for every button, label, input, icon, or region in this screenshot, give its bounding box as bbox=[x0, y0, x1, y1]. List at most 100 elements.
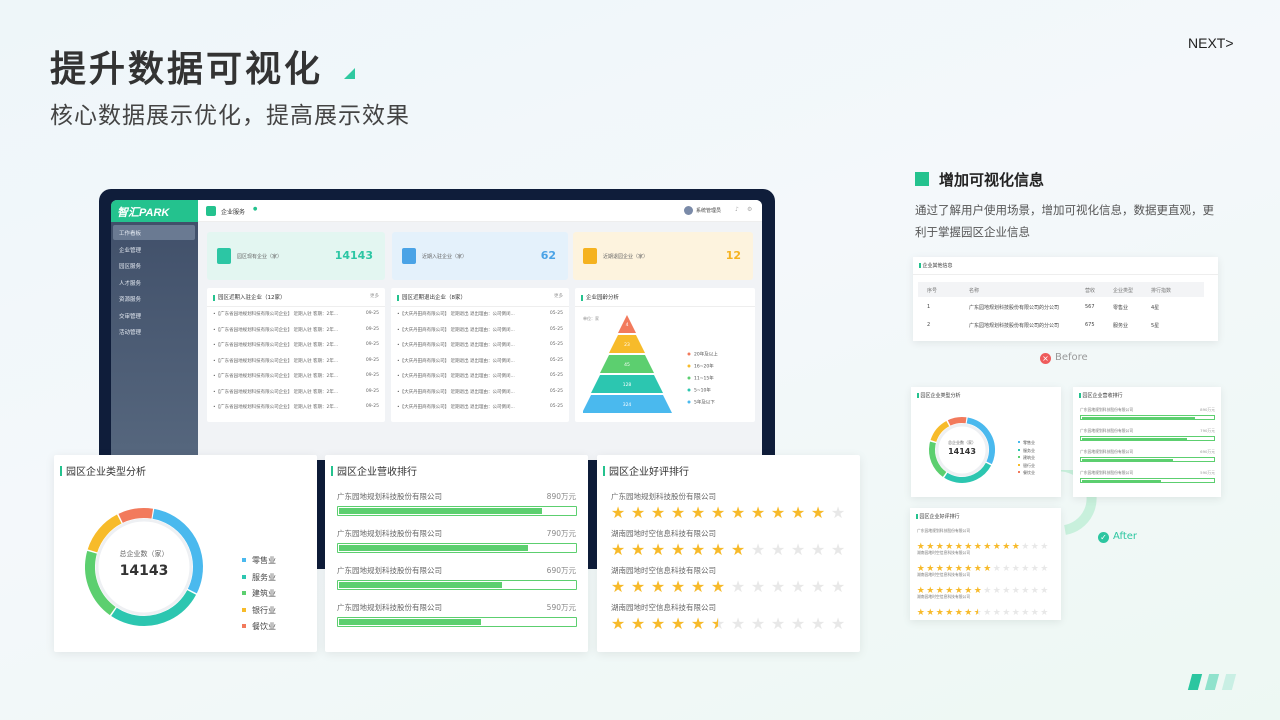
star-empty-icon: ★ bbox=[1030, 586, 1039, 596]
gear-icon[interactable]: ⚙ bbox=[747, 206, 752, 213]
sidebar-item[interactable]: 园区服务 bbox=[113, 258, 195, 273]
list-item-text: •【广东省园地规划科技有限公司企业】 近期入驻 客期：2年... bbox=[213, 343, 339, 348]
mini-revenue-company: 广东园地规划科技股份有限公司 bbox=[1080, 470, 1134, 475]
type-legend: 零售业 服务业 建筑业 银行业 餐饮业 bbox=[242, 555, 276, 638]
more-link[interactable]: 更多 bbox=[554, 293, 563, 299]
star-empty-icon: ★ bbox=[750, 614, 766, 633]
legend-swatch bbox=[242, 624, 246, 628]
star-empty-icon: ★ bbox=[830, 540, 846, 559]
list-item[interactable]: •【广东省园地规划科技有限公司企业】 近期入驻 客期：2年... 09-25 bbox=[207, 311, 385, 327]
list-item-text: •【大庆丹田商有限公司】 近期退出 退出理由：公司倒闭... bbox=[397, 358, 515, 364]
mini-revenue-track bbox=[1080, 478, 1215, 483]
list-item[interactable]: •【大庆丹田商有限公司】 近期退出 退出理由：公司倒闭... 05-25 bbox=[391, 389, 569, 405]
revenue-bar bbox=[339, 545, 528, 551]
list-item[interactable]: •【大庆丹田商有限公司】 近期退出 退出理由：公司倒闭... 05-25 bbox=[391, 404, 569, 420]
star-filled-icon: ★ bbox=[650, 503, 666, 522]
panel-recent-in: 园区近期入驻企业（12家） 更多 •【广东省园地规划科技有限公司企业】 近期入驻 … bbox=[207, 288, 385, 422]
list-item[interactable]: •【广东省园地规划科技有限公司企业】 近期入驻 客期：2年... 09-25 bbox=[207, 404, 385, 420]
star-empty-icon: ★ bbox=[1021, 542, 1030, 552]
decorative-stripes bbox=[1187, 674, 1238, 690]
sidebar-item[interactable]: 企业管理 bbox=[113, 242, 195, 257]
avatar[interactable] bbox=[684, 206, 693, 215]
section-heading: 增加可视化信息 bbox=[939, 171, 1045, 189]
star-filled-icon: ★ bbox=[690, 540, 706, 559]
list-item[interactable]: •【广东省园地规划科技有限公司企业】 近期入驻 客期：2年... 09-25 bbox=[207, 389, 385, 405]
list-item-date: 09-25 bbox=[365, 342, 379, 347]
close-icon: × bbox=[1040, 353, 1051, 364]
sidebar-item[interactable]: 交审管理 bbox=[113, 308, 195, 323]
list-item-text: •【大庆丹田商有限公司】 近期退出 退出理由：公司倒闭... bbox=[397, 327, 515, 333]
bell-icon[interactable]: ♪ bbox=[735, 206, 739, 213]
mini-revenue-track bbox=[1080, 436, 1215, 441]
revenue-company: 广东园地规划科技股份有限公司 bbox=[337, 492, 442, 501]
mini-legend-item: 建筑业 bbox=[1018, 455, 1035, 463]
list-item[interactable]: •【广东省园地规划科技有限公司企业】 近期入驻 客期：2年... 09-25 bbox=[207, 342, 385, 358]
before-badge: × Before bbox=[1040, 352, 1088, 364]
stat-label: 园区现有企业（家） bbox=[237, 254, 283, 260]
panel-title: 企业园龄分析 bbox=[575, 288, 755, 307]
list-item[interactable]: •【大庆丹田商有限公司】 近期退出 退出理由：公司倒闭... 05-25 bbox=[391, 327, 569, 343]
mini-revenue-bar bbox=[1081, 416, 1196, 419]
after-revenue-card: 园区企业营收排行 广东园地规划科技股份有限公司 890万元 广东园地规划科技股份有限… bbox=[1073, 387, 1221, 497]
next-button[interactable]: NEXT> bbox=[1188, 35, 1234, 51]
list-item[interactable]: •【大庆丹田商有限公司】 近期退出 退出理由：公司倒闭... 05-25 bbox=[391, 342, 569, 358]
legend-item: 建筑业 bbox=[242, 588, 276, 605]
list-item[interactable]: •【大庆丹田商有限公司】 近期退出 退出理由：公司倒闭... 05-25 bbox=[391, 311, 569, 327]
stat-value: 62 bbox=[540, 249, 556, 262]
legend-swatch bbox=[242, 607, 246, 612]
mini-title: 园区企业类型分析 bbox=[911, 387, 1061, 404]
tab-dot-icon: ● bbox=[253, 206, 258, 212]
revenue-value: 790万元 bbox=[546, 529, 576, 538]
star-filled-icon: ★ bbox=[610, 503, 626, 522]
table-header-cell: 营收 bbox=[1085, 288, 1096, 294]
star-empty-icon: ★ bbox=[810, 614, 826, 633]
section-square-icon bbox=[915, 172, 929, 186]
star-filled-icon: ★ bbox=[630, 540, 646, 559]
star-filled-icon: ★ bbox=[630, 614, 646, 633]
legend-dot bbox=[687, 364, 691, 368]
user-name[interactable]: 系统管理员 bbox=[696, 207, 721, 214]
sidebar-item[interactable]: 人才服务 bbox=[113, 275, 195, 290]
star-half-icon: ★ bbox=[708, 616, 728, 632]
revenue-bar-track bbox=[337, 506, 577, 516]
star-filled-icon: ★ bbox=[710, 540, 726, 559]
pyramid-value: 45 bbox=[624, 362, 630, 368]
list-item[interactable]: •【大庆丹田商有限公司】 近期退出 退出理由：公司倒闭... 05-25 bbox=[391, 373, 569, 389]
panel-title: 园区近期退出企业（8家） 更多 bbox=[391, 288, 569, 307]
after-type-card: 园区企业类型分析 总企业数（家） 14143 零售业 服务业 建筑业 银行业 餐饮业 bbox=[911, 387, 1061, 497]
table-cell: 567 bbox=[1085, 304, 1095, 310]
list-item-date: 09-25 bbox=[365, 388, 379, 394]
star-filled-icon: ★ bbox=[650, 540, 666, 559]
legend-swatch bbox=[242, 574, 246, 579]
list-item-date: 09-25 bbox=[365, 311, 379, 316]
star-filled-icon: ★ bbox=[630, 577, 646, 596]
rating-company: 湖南园地时空信息科技有限公司 bbox=[611, 529, 716, 538]
sidebar-item[interactable]: 资源服务 bbox=[113, 291, 195, 306]
star-filled-icon: ★ bbox=[650, 614, 666, 633]
star-empty-icon: ★ bbox=[1011, 564, 1020, 574]
mini-revenue-company: 广东园地规划科技股份有限公司 bbox=[1080, 407, 1134, 412]
mini-title: 企业其他信息 bbox=[913, 257, 1218, 275]
revenue-bar bbox=[339, 508, 542, 514]
mini-donut-value: 14143 bbox=[948, 447, 976, 456]
list-item-date: 05-25 bbox=[549, 342, 563, 347]
legend-label: 餐饮业 bbox=[252, 622, 276, 631]
list-item[interactable]: •【广东省园地规划科技有限公司企业】 近期入驻 客期：2年... 09-25 bbox=[207, 373, 385, 389]
list-item-date: 09-25 bbox=[365, 404, 379, 409]
mini-revenue-bar bbox=[1081, 458, 1173, 461]
tab-enterprise-service[interactable]: 企业服务 bbox=[221, 207, 245, 216]
sidebar-item[interactable]: 工作看板 bbox=[113, 225, 195, 240]
more-link[interactable]: 更多 bbox=[370, 293, 379, 299]
pyramid-value: 324 bbox=[623, 402, 632, 408]
star-empty-icon: ★ bbox=[790, 540, 806, 559]
list-item[interactable]: •【广东省园地规划科技有限公司企业】 近期入驻 客期：2年... 09-25 bbox=[207, 327, 385, 343]
list-item[interactable]: •【广东省园地规划科技有限公司企业】 近期入驻 客期：2年... 09-25 bbox=[207, 358, 385, 374]
star-empty-icon: ★ bbox=[1011, 586, 1020, 596]
card-title: 园区企业营收排行 bbox=[331, 463, 417, 478]
list-item[interactable]: •【大庆丹田商有限公司】 近期退出 退出理由：公司倒闭... 05-25 bbox=[391, 358, 569, 374]
mini-revenue-track bbox=[1080, 457, 1215, 462]
star-empty-icon: ★ bbox=[1002, 564, 1011, 574]
star-rating: ★ ★ ★ ★ ★ ★ ★ ★ ★ ★ ★ ★ bbox=[608, 540, 848, 559]
mini-legend-item: 零售业 bbox=[1018, 440, 1035, 448]
sidebar-item[interactable]: 活动管理 bbox=[113, 324, 195, 339]
